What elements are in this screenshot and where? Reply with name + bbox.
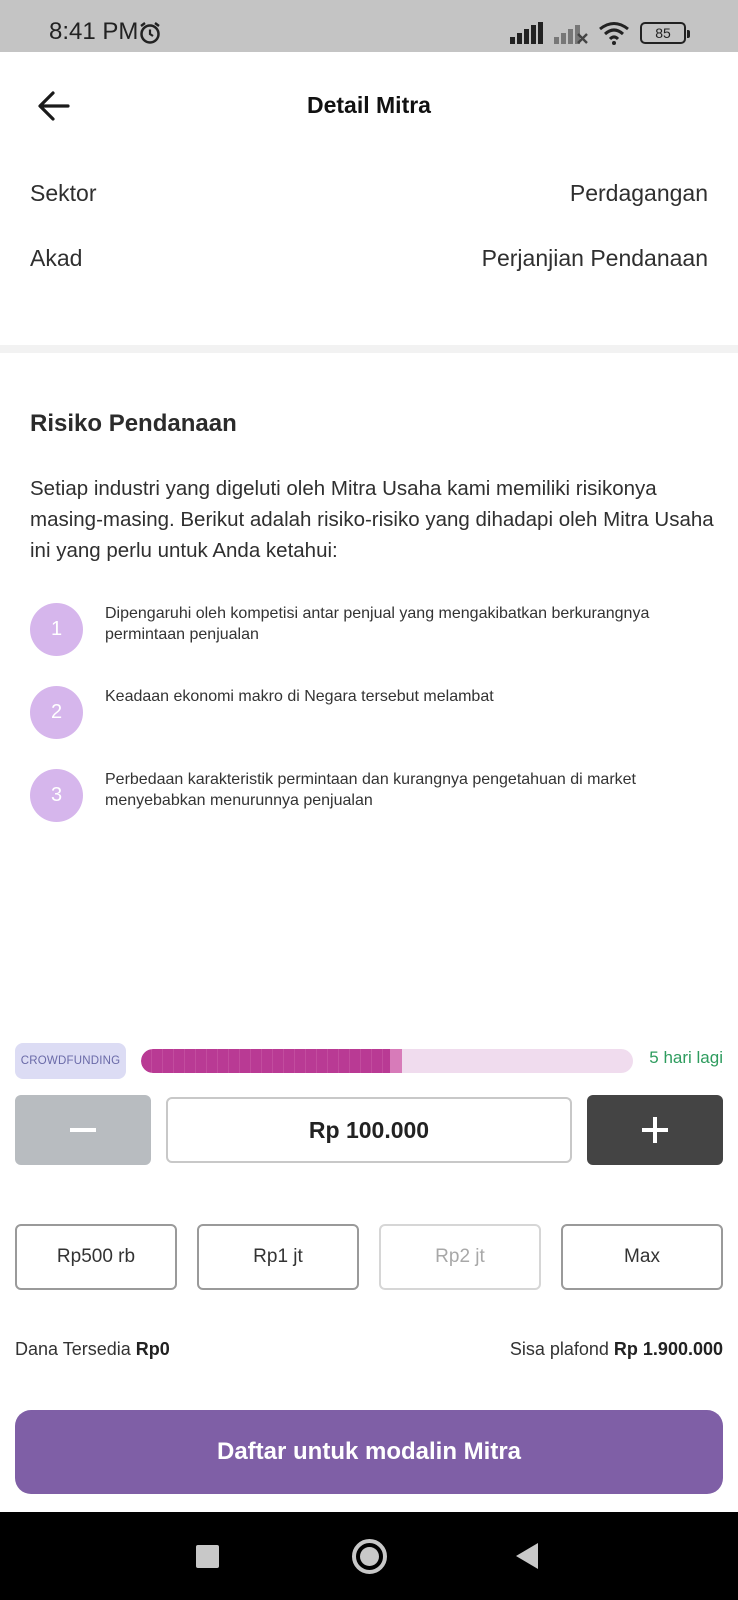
risk-text: Dipengaruhi oleh kompetisi antar penjual… [105,605,650,643]
detail-value: Perdagangan [569,180,708,206]
risk-title: Risiko Pendanaan [30,410,237,437]
remaining-plafond-value: Rp 1.900.000 [613,1339,723,1359]
available-funds: Dana Tersedia Rp0 [15,1339,170,1360]
detail-value: Perjanjian Pendanaan [481,245,708,271]
battery-icon: 85 [640,22,690,44]
funding-progress-cap [389,1049,402,1073]
detail-row-akad: Akad Perjanjian Pendanaan [30,245,708,272]
section-divider [0,345,738,353]
back-triangle-icon[interactable] [516,1543,538,1569]
funding-progress-fill [141,1049,402,1073]
status-bar: 8:41 PM 85 [0,0,738,52]
quick-amount-max-button[interactable]: Max [561,1224,723,1290]
status-icons: 85 [510,20,690,46]
signal-no-service-icon [554,25,588,44]
funding-progress-bar [141,1049,633,1073]
amount-input[interactable]: Rp 100.000 [166,1097,572,1163]
alarm-icon [140,22,160,44]
risk-number-badge: 3 [30,769,83,822]
page-title: Detail Mitra [307,92,431,118]
signal-icon [510,22,543,44]
remaining-plafond: Sisa plafond Rp 1.900.000 [510,1339,723,1360]
minus-icon [70,1128,96,1132]
wifi-icon [599,22,629,45]
status-time: 8:41 PM [49,18,139,45]
risk-text: Perbedaan karakteristik permintaan dan k… [105,771,636,809]
remaining-plafond-label: Sisa plafond [509,1339,609,1359]
quick-amount-2jt-button[interactable]: Rp2 jt [379,1224,541,1290]
days-left-label: 5 hari lagi [649,1048,723,1067]
plus-icon [642,1117,668,1143]
detail-label: Sektor [30,180,97,206]
quick-amount-500rb-button[interactable]: Rp500 rb [15,1224,177,1290]
app-header: Detail Mitra [0,52,738,160]
battery-level: 85 [655,25,671,41]
available-funds-label: Dana Tersedia [15,1339,131,1359]
recent-apps-icon[interactable] [196,1545,219,1568]
risk-number-badge: 2 [30,686,83,739]
quick-amount-1jt-button[interactable]: Rp1 jt [197,1224,359,1290]
risk-text: Keadaan ekonomi makro di Negara tersebut… [105,688,494,705]
detail-label: Akad [30,245,83,271]
crowdfunding-badge: CROWDFUNDING [15,1043,126,1079]
register-fund-mitra-button[interactable]: Daftar untuk modalin Mitra [15,1410,723,1494]
risk-description: Setiap industri yang digeluti oleh Mitra… [30,477,714,562]
decrease-amount-button[interactable] [15,1095,151,1165]
available-funds-value: Rp0 [135,1339,170,1359]
risk-number-badge: 1 [30,603,83,656]
home-icon[interactable] [352,1539,387,1574]
increase-amount-button[interactable] [587,1095,723,1165]
detail-row-sektor: Sektor Perdagangan [30,180,708,207]
